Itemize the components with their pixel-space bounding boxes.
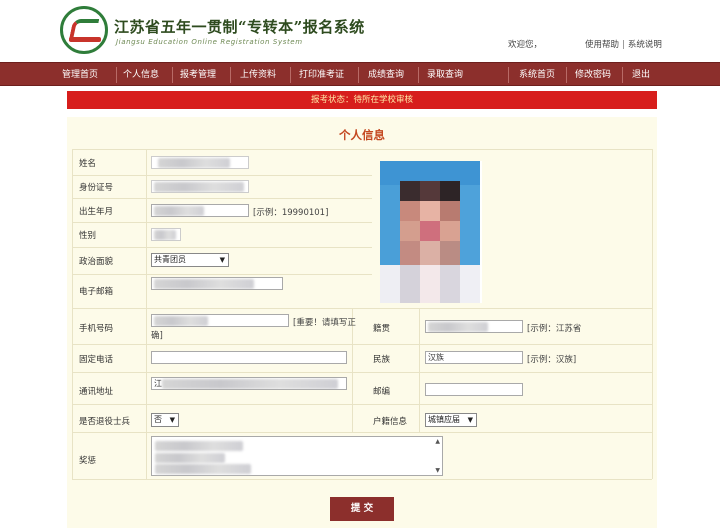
nav-item-logout[interactable]: 退出 [632, 63, 650, 87]
panel-title: 个人信息 [339, 128, 385, 142]
label-email: 电子邮箱 [79, 287, 114, 297]
hukou-value: 城镇应届 [428, 415, 460, 424]
student-photo [380, 161, 482, 303]
help-link[interactable]: 使用帮助 [585, 40, 619, 50]
chevron-down-icon: ▼ [169, 416, 175, 424]
native-place-field[interactable] [425, 320, 523, 333]
nav-item-admin-home[interactable]: 管理首页 [62, 63, 98, 87]
mobile-hint: [重要！请填写正 [293, 318, 356, 328]
label-address: 通讯地址 [79, 387, 114, 397]
hukou-select[interactable]: 城镇应届 ▼ [425, 413, 477, 427]
mobile-field[interactable] [151, 314, 289, 327]
header: 江苏省五年一贯制“专转本”报名系统 Jiangsu Education Onli… [0, 0, 720, 62]
welcome-text: 欢迎您， [508, 40, 543, 50]
political-value: 共青团员 [154, 255, 186, 264]
label-postcode: 邮编 [373, 387, 391, 397]
veteran-select[interactable]: 否 ▼ [151, 413, 179, 427]
site-logo [60, 6, 108, 54]
political-select[interactable]: 共青团员 ▼ [151, 253, 229, 267]
main-nav: 管理首页 个人信息 报考管理 上传资料 打印准考证 成绩查询 录取查询 系统首页… [0, 62, 720, 86]
label-gender: 性别 [79, 231, 97, 241]
label-ethnicity: 民族 [373, 355, 391, 365]
label-birth: 出生年月 [79, 207, 114, 217]
name-field[interactable] [151, 156, 249, 169]
address-prefix: 江 [154, 379, 162, 388]
nav-item-system-home[interactable]: 系统首页 [519, 63, 555, 87]
gender-field[interactable] [151, 228, 181, 241]
nav-item-score-query[interactable]: 成绩查询 [368, 63, 404, 87]
chevron-down-icon: ▼ [219, 256, 225, 264]
personal-info-panel: 个人信息 姓名 身份证号 出生年月 [示例：19990101] 性别 政治面貌 … [67, 117, 657, 528]
submit-button[interactable]: 提 交 [330, 497, 394, 521]
native-place-hint: [示例：江苏省 [527, 324, 582, 334]
label-id-number: 身份证号 [79, 183, 114, 193]
landline-field[interactable] [151, 351, 347, 364]
address-field[interactable]: 江 [151, 377, 347, 390]
birth-hint: [示例：19990101] [253, 208, 329, 218]
ethnicity-field[interactable]: 汉族 [425, 351, 523, 364]
awards-textarea[interactable]: ▲ ▼ [151, 436, 443, 476]
nav-item-admission-query[interactable]: 录取查询 [427, 63, 463, 87]
mobile-hint-cont: 确] [151, 331, 163, 341]
registration-status-bar: 报考状态：待所在学校审核 [67, 91, 657, 109]
manual-link[interactable]: 系统说明 [628, 40, 662, 50]
top-links: 使用帮助 | 系统说明 [585, 38, 662, 50]
email-field[interactable] [151, 277, 283, 290]
label-hukou: 户籍信息 [373, 417, 408, 427]
site-subtitle: Jiangsu Education Online Registration Sy… [116, 38, 303, 46]
nav-item-change-password[interactable]: 修改密码 [575, 63, 611, 87]
label-name: 姓名 [79, 159, 97, 169]
label-veteran: 是否退役士兵 [79, 417, 131, 427]
id-number-field[interactable] [151, 180, 249, 193]
scroll-up-icon[interactable]: ▲ [435, 438, 440, 445]
scroll-down-icon[interactable]: ▼ [435, 467, 440, 474]
veteran-value: 否 [154, 415, 162, 424]
ethnicity-hint: [示例：汉族] [527, 355, 577, 365]
label-political: 政治面貌 [79, 257, 114, 267]
nav-item-personal-info[interactable]: 个人信息 [123, 63, 159, 87]
site-title: 江苏省五年一贯制“专转本”报名系统 [114, 18, 365, 36]
postcode-field[interactable] [425, 383, 523, 396]
label-awards: 奖惩 [79, 456, 97, 466]
nav-item-print-admission[interactable]: 打印准考证 [299, 63, 344, 87]
nav-item-exam-management[interactable]: 报考管理 [180, 63, 216, 87]
label-landline: 固定电话 [79, 355, 114, 365]
link-separator: | [622, 40, 625, 50]
birth-field[interactable] [151, 204, 249, 217]
label-mobile: 手机号码 [79, 324, 114, 334]
nav-item-upload-materials[interactable]: 上传资料 [240, 63, 276, 87]
label-native-place: 籍贯 [373, 324, 391, 334]
chevron-down-icon: ▼ [467, 416, 473, 424]
